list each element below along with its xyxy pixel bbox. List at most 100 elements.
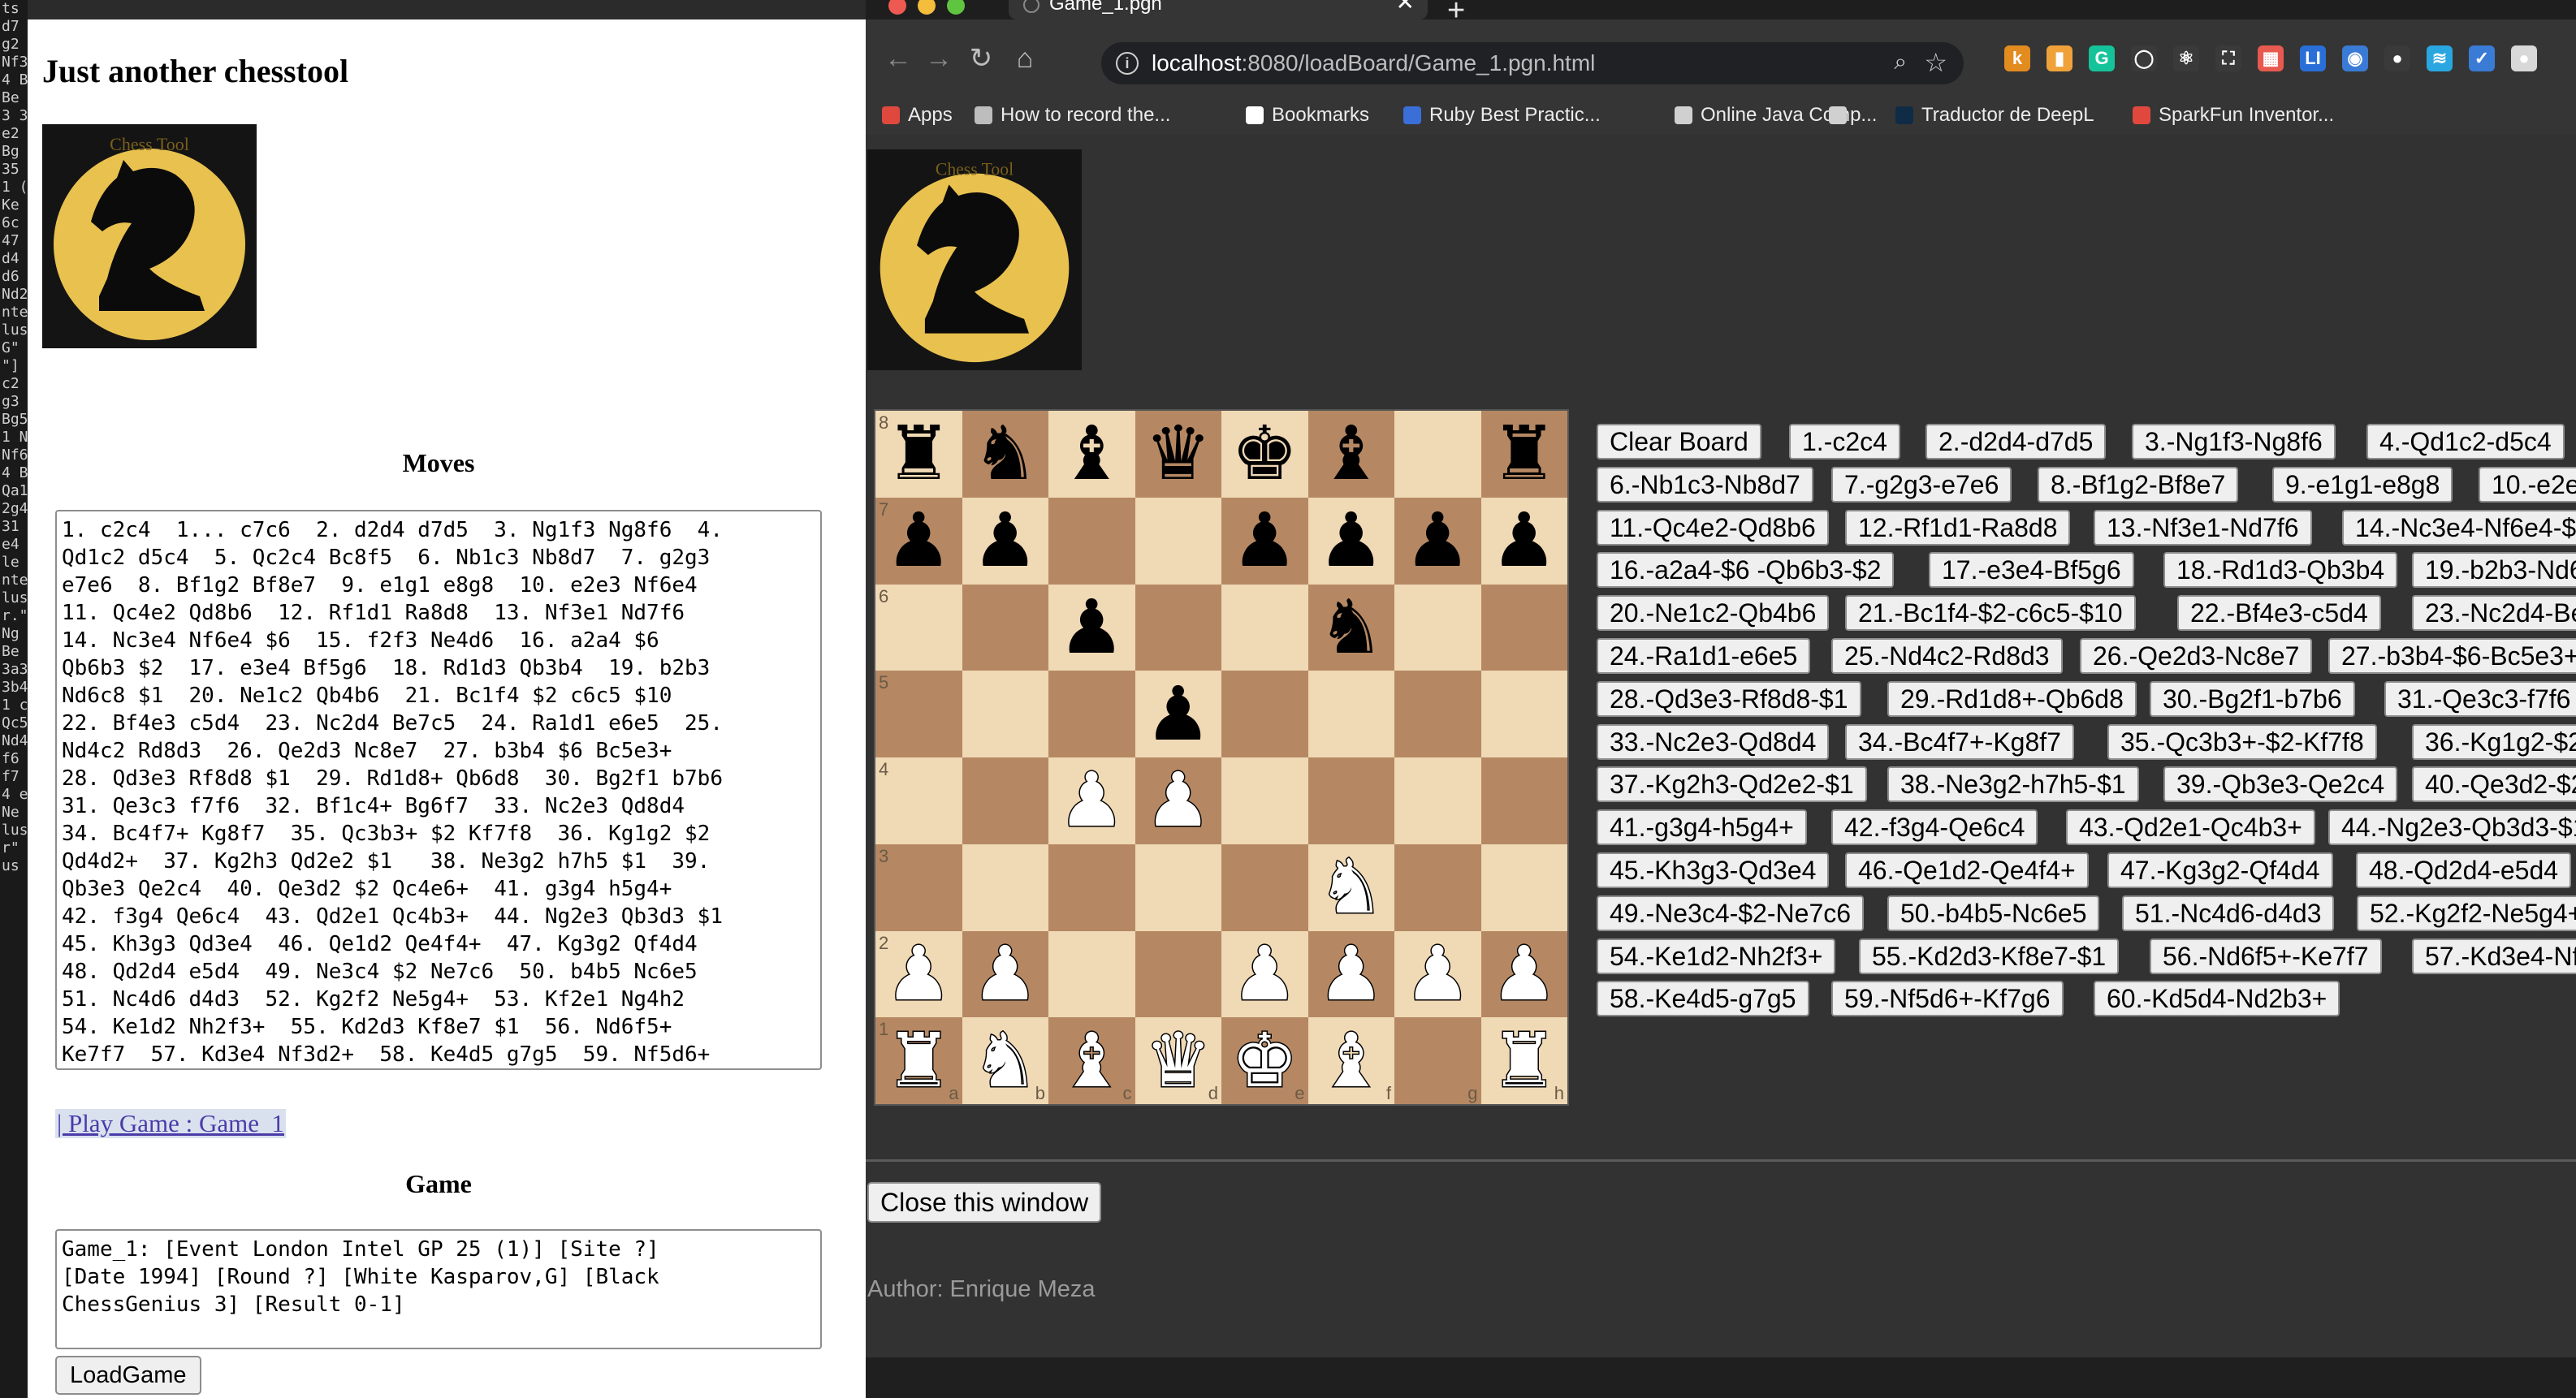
close-window-button[interactable]: Close this window	[867, 1182, 1102, 1223]
wave-extension-icon[interactable]: ≋	[2427, 45, 2453, 71]
board-square-d8[interactable]: ♛	[1135, 411, 1221, 498]
move-button[interactable]: 17.-e3e4-Bf5g6	[1929, 552, 2134, 589]
move-button[interactable]: 1.-c2c4	[1789, 424, 1900, 460]
white-pawn-icon[interactable]: ♟	[1489, 935, 1559, 1012]
black-rook-icon[interactable]: ♜	[1491, 416, 1558, 491]
board-square-h5[interactable]	[1480, 671, 1567, 757]
move-button[interactable]: 52.-Kg2f2-Ne5g4+	[2357, 895, 2576, 931]
game-textarea[interactable]: Game_1: [Event London Intel GP 25 (1)] […	[55, 1229, 822, 1349]
bookmark-item[interactable]	[1829, 104, 1855, 127]
move-button[interactable]: 55.-Kd2d3-Kf8e7-$1	[1859, 938, 2120, 974]
calendar-extension-icon[interactable]: ▦	[2258, 45, 2284, 71]
board-square-d6[interactable]	[1135, 584, 1221, 671]
move-button[interactable]: 38.-Ne3g2-h7h5-$1	[1887, 766, 2139, 803]
move-button[interactable]: 13.-Nf3e1-Nd7f6	[2094, 509, 2312, 546]
move-button[interactable]: 44.-Ng2e3-Qb3d3-$1	[2328, 809, 2576, 846]
black-pawn-icon[interactable]: ♟	[1404, 503, 1471, 578]
move-button[interactable]: 43.-Qd2e1-Qc4b3+	[2066, 809, 2315, 846]
board-square-a1[interactable]: 1 a ♜	[875, 1017, 962, 1104]
black-pawn-icon[interactable]: ♟	[1318, 503, 1385, 578]
board-square-b5[interactable]	[962, 671, 1048, 757]
board-square-c6[interactable]: ♟	[1048, 584, 1135, 671]
move-button[interactable]: 19.-b2b3-Nd6c8-$1	[2412, 552, 2576, 589]
board-square-c3[interactable]	[1048, 844, 1135, 931]
black-pawn-icon[interactable]: ♟	[1491, 503, 1558, 578]
move-button[interactable]: 27.-b3b4-$6-Bc5e3+	[2328, 638, 2576, 674]
move-button[interactable]: 10.-e2e3-Nf6e4	[2479, 466, 2576, 503]
board-square-b8[interactable]: ♞	[962, 411, 1048, 498]
white-bishop-icon[interactable]: ♝	[1316, 1022, 1386, 1099]
board-square-e6[interactable]	[1221, 584, 1308, 671]
move-button[interactable]: 57.-Kd3e4-Nf3d2+	[2412, 938, 2576, 974]
bookmark-item[interactable]: How to record the...	[975, 104, 1170, 127]
board-square-h4[interactable]	[1480, 757, 1567, 844]
tab-game-pgn[interactable]: Game_1.pgn ✕	[1009, 0, 1428, 19]
white-king-icon[interactable]: ♚	[1230, 1022, 1299, 1099]
board-square-d7[interactable]	[1135, 497, 1221, 585]
board-square-f3[interactable]: ♞	[1307, 844, 1394, 931]
move-button[interactable]: 29.-Rd1d8+-Qb6d8	[1887, 680, 2137, 717]
board-square-g6[interactable]	[1394, 584, 1481, 671]
board-square-g1[interactable]: g	[1394, 1017, 1481, 1104]
board-square-d5[interactable]: ♟	[1135, 671, 1221, 757]
board-square-a7[interactable]: 7 ♟	[875, 497, 962, 585]
black-pawn-icon[interactable]: ♟	[1058, 589, 1125, 665]
board-square-c7[interactable]	[1048, 497, 1135, 585]
reload-icon[interactable]: ↻	[965, 42, 997, 75]
move-button[interactable]: 41.-g3g4-h5g4+	[1597, 809, 1807, 846]
white-queen-icon[interactable]: ♛	[1143, 1022, 1213, 1099]
board-square-e5[interactable]	[1221, 671, 1308, 757]
board-square-b4[interactable]	[962, 757, 1048, 844]
white-pawn-icon[interactable]: ♟	[1143, 762, 1213, 839]
board-square-b2[interactable]: ♟	[962, 930, 1048, 1018]
move-button[interactable]: 14.-Nc3e4-Nf6e4-$6	[2342, 509, 2576, 546]
move-button[interactable]: 26.-Qe2d3-Nc8e7	[2080, 638, 2313, 674]
white-pawn-icon[interactable]: ♟	[1316, 935, 1386, 1012]
move-button[interactable]: 7.-g2g3-e7e6	[1831, 466, 2012, 503]
screenshot-extension-icon[interactable]: ⛶	[2215, 45, 2241, 71]
move-button[interactable]: 12.-Rf1d1-Ra8d8	[1845, 509, 2071, 546]
move-button[interactable]: 33.-Nc2e3-Qd8d4	[1597, 723, 1830, 760]
board-square-h1[interactable]: h ♜	[1480, 1017, 1567, 1104]
react-devtools-icon[interactable]: ⚛	[2173, 45, 2199, 71]
board-square-g7[interactable]: ♟	[1394, 497, 1481, 585]
move-button[interactable]: 4.-Qd1c2-d5c4	[2366, 424, 2565, 460]
black-king-icon[interactable]: ♚	[1231, 416, 1298, 491]
white-pawn-icon[interactable]: ♟	[1057, 762, 1126, 839]
board-square-g3[interactable]	[1394, 844, 1481, 931]
move-button[interactable]: 59.-Nf5d6+-Kf7g6	[1831, 981, 2064, 1017]
board-square-g5[interactable]	[1394, 671, 1481, 757]
board-square-c8[interactable]: ♝	[1048, 411, 1135, 498]
window-close-dot[interactable]	[888, 0, 906, 15]
move-button[interactable]: 28.-Qd3e3-Rf8d8-$1	[1597, 680, 1861, 717]
board-square-h8[interactable]: ♜	[1480, 411, 1567, 498]
white-rook-icon[interactable]: ♜	[884, 1022, 953, 1099]
board-square-h6[interactable]	[1480, 584, 1567, 671]
address-bar[interactable]: i localhost:8080/loadBoard/Game_1.pgn.ht…	[1101, 42, 1964, 84]
clear-board-button[interactable]: Clear Board	[1597, 424, 1761, 460]
load-game-button[interactable]: LoadGame	[55, 1356, 201, 1395]
tab-close-icon[interactable]: ✕	[1396, 0, 1415, 14]
window-zoom-dot[interactable]	[947, 0, 965, 15]
black-pawn-icon[interactable]: ♟	[885, 503, 952, 578]
move-button[interactable]: 3.-Ng1f3-Ng8f6	[2132, 424, 2336, 460]
black-rook-icon[interactable]: ♜	[885, 416, 952, 491]
move-button[interactable]: 50.-b4b5-Nc6e5	[1887, 895, 2100, 931]
board-square-f5[interactable]	[1307, 671, 1394, 757]
board-square-e8[interactable]: ♚	[1221, 411, 1308, 498]
move-button[interactable]: 18.-Rd1d3-Qb3b4	[2163, 552, 2398, 589]
board-square-e3[interactable]	[1221, 844, 1308, 931]
move-button[interactable]: 9.-e1g1-e8g8	[2272, 466, 2453, 503]
li-extension-icon[interactable]: LI	[2300, 45, 2326, 71]
check-extension-icon[interactable]: ✓	[2469, 45, 2495, 71]
move-button[interactable]: 11.-Qc4e2-Qd8b6	[1597, 509, 1829, 546]
move-button[interactable]: 6.-Nb1c3-Nb8d7	[1597, 466, 1813, 503]
board-square-c4[interactable]: ♟	[1048, 757, 1135, 844]
board-square-c5[interactable]	[1048, 671, 1135, 757]
k-extension-icon[interactable]: k	[2004, 45, 2030, 71]
white-pawn-icon[interactable]: ♟	[1230, 935, 1299, 1012]
board-square-a6[interactable]: 6	[875, 584, 962, 671]
board-square-f2[interactable]: ♟	[1307, 930, 1394, 1018]
board-square-e4[interactable]	[1221, 757, 1308, 844]
move-button[interactable]: 46.-Qe1d2-Qe4f4+	[1845, 852, 2089, 888]
